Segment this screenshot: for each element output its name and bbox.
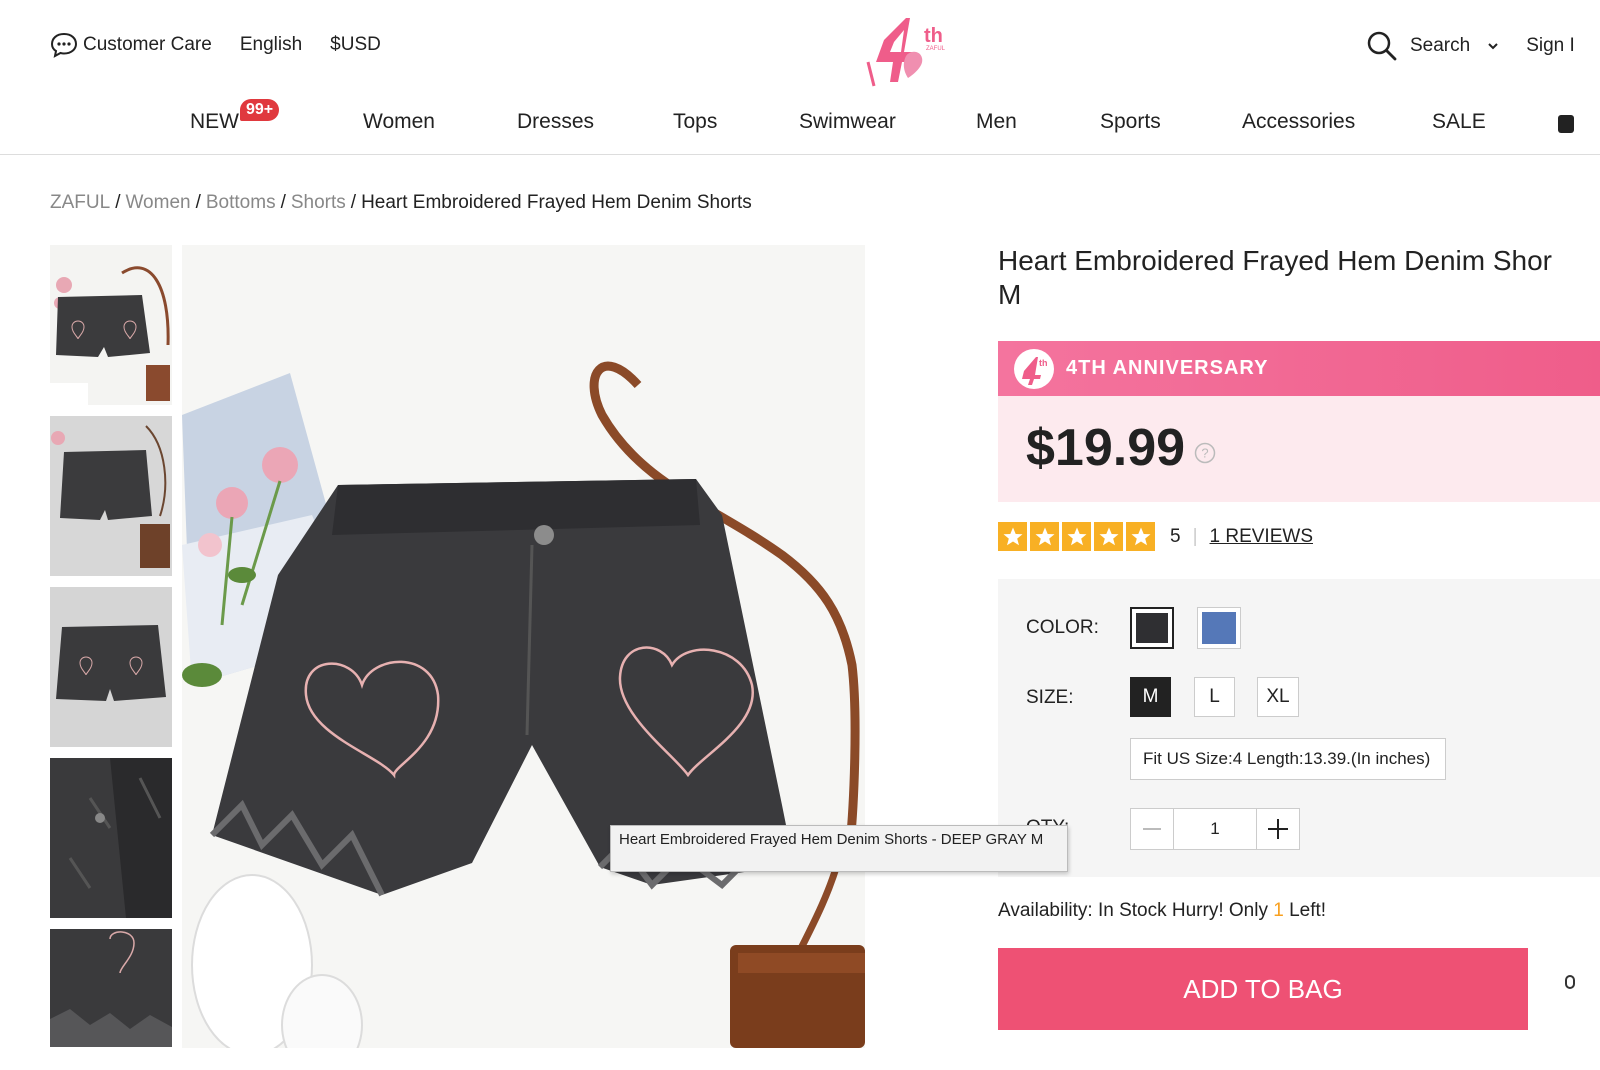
- product-photo: [50, 758, 172, 918]
- main-product-image[interactable]: [182, 245, 865, 1048]
- zaful-4th-anniversary-logo[interactable]: th ZAFUL: [860, 12, 956, 90]
- image-tooltip: Heart Embroidered Frayed Hem Denim Short…: [610, 825, 1068, 872]
- chat-icon[interactable]: [1565, 975, 1575, 989]
- breadcrumb-current: Heart Embroidered Frayed Hem Denim Short…: [361, 192, 752, 213]
- main-navigation: NEW Women Dresses Tops Swimwear Men Spor…: [0, 90, 1600, 155]
- increase-qty-button[interactable]: [1257, 809, 1299, 849]
- top-bar: Customer Care English $USD th ZAFUL Sear…: [0, 0, 1600, 90]
- swatch-fill: [1136, 613, 1168, 643]
- star-icon: [1062, 522, 1091, 551]
- breadcrumb-women[interactable]: Women: [125, 192, 190, 213]
- sign-in-link[interactable]: Sign I: [1526, 35, 1575, 57]
- svg-text:th: th: [924, 25, 943, 47]
- breadcrumb: ZAFUL / Women / Bottoms / Shorts / Heart Embroid…: [50, 192, 752, 213]
- currency-label: $USD: [330, 34, 381, 55]
- product-price: $19.99: [1026, 419, 1186, 477]
- decrease-qty-button[interactable]: [1131, 809, 1173, 849]
- size-m-button[interactable]: M: [1130, 677, 1171, 717]
- help-circle-icon[interactable]: ?: [1194, 442, 1216, 464]
- size-xl-button[interactable]: XL: [1257, 677, 1299, 717]
- quantity-input[interactable]: 1: [1173, 809, 1257, 849]
- top-left-utilities: Customer Care English $USD: [50, 32, 409, 58]
- nav-tops[interactable]: Tops: [673, 110, 717, 134]
- nav-men[interactable]: Men: [976, 110, 1017, 134]
- product-photo: [50, 245, 172, 405]
- price-box: $19.99 ?: [998, 396, 1600, 502]
- language-selector[interactable]: English: [240, 34, 302, 56]
- svg-text:ZAFUL: ZAFUL: [926, 46, 946, 52]
- nav-women[interactable]: Women: [363, 110, 435, 134]
- anniversary-banner: th 4TH ANNIVERSARY: [998, 341, 1600, 396]
- availability-suffix: Left!: [1283, 900, 1327, 921]
- add-to-bag-button[interactable]: ADD TO BAG: [998, 948, 1528, 1030]
- size-label: SIZE:: [1026, 687, 1074, 708]
- color-label: COLOR:: [1026, 617, 1099, 638]
- size-l-button[interactable]: L: [1194, 677, 1235, 717]
- nav-accessories[interactable]: Accessories: [1242, 110, 1355, 134]
- product-photo: [50, 587, 172, 747]
- availability-text: Availability: In Stock Hurry! Only 1 Lef…: [998, 900, 1326, 922]
- nav-swimwear[interactable]: Swimwear: [799, 110, 896, 134]
- thumbnail-3[interactable]: [50, 587, 172, 747]
- nav-sale[interactable]: SALE: [1432, 110, 1486, 134]
- star-icon: [1030, 522, 1059, 551]
- rating-divider: |: [1192, 525, 1198, 547]
- plus-icon: [1268, 819, 1288, 839]
- reviews-link[interactable]: 1 REVIEWS: [1210, 526, 1313, 548]
- thumbnail-4[interactable]: [50, 758, 172, 918]
- breadcrumb-zaful[interactable]: ZAFUL: [50, 192, 110, 213]
- breadcrumb-bottoms[interactable]: Bottoms: [206, 192, 276, 213]
- product-photo: [50, 416, 172, 576]
- anniversary-label: 4TH ANNIVERSARY: [1066, 357, 1269, 379]
- search-label[interactable]: Search: [1410, 35, 1470, 57]
- product-photo: [182, 245, 865, 1048]
- customer-care-link[interactable]: Customer Care: [50, 32, 212, 58]
- product-options: COLOR: SIZE: M L XL Fit US Size:4 Length…: [998, 579, 1600, 877]
- customer-care-label: Customer Care: [83, 34, 212, 55]
- currency-selector[interactable]: $USD: [330, 34, 381, 56]
- language-label: English: [239, 34, 303, 55]
- nav-sports[interactable]: Sports: [1100, 110, 1161, 134]
- chat-bubble-icon: [50, 32, 78, 58]
- color-swatch-deep-gray[interactable]: [1130, 607, 1174, 649]
- svg-text:th: th: [1039, 358, 1048, 368]
- nav-dresses[interactable]: Dresses: [517, 110, 594, 134]
- minus-icon: [1143, 828, 1161, 830]
- breadcrumb-shorts[interactable]: Shorts: [291, 192, 346, 213]
- thumbnail-gallery: [50, 245, 172, 1058]
- thumbnail-2[interactable]: [50, 416, 172, 576]
- anniversary-logo-icon: th: [1014, 348, 1054, 389]
- product-photo: [50, 929, 172, 1047]
- thumbnail-1[interactable]: [50, 245, 172, 405]
- new-count-badge: 99+: [240, 99, 280, 121]
- star-icon: [1126, 522, 1155, 551]
- size-fit-info: Fit US Size:4 Length:13.39.(In inches): [1130, 738, 1446, 780]
- swatch-fill: [1202, 612, 1236, 644]
- top-right-utilities: Search Sign I: [1366, 30, 1575, 62]
- rating-row: 5 | 1 REVIEWS: [998, 522, 1313, 551]
- star-icon: [1094, 522, 1123, 551]
- product-title-line-1: Heart Embroidered Frayed Hem Denim Shor: [998, 245, 1552, 276]
- color-swatch-blue[interactable]: [1197, 607, 1241, 649]
- chevron-down-icon[interactable]: [1486, 41, 1500, 51]
- svg-text:?: ?: [1201, 446, 1208, 461]
- product-title: Heart Embroidered Frayed Hem Denim Shor …: [998, 244, 1600, 312]
- thumbnail-5[interactable]: [50, 929, 172, 1047]
- nav-new[interactable]: NEW: [190, 110, 239, 134]
- rating-value: 5: [1170, 525, 1181, 547]
- quantity-stepper: 1: [1130, 808, 1300, 850]
- camera-icon[interactable]: [1558, 115, 1574, 133]
- star-icon: [998, 522, 1027, 551]
- product-title-line-2: M: [998, 279, 1022, 310]
- availability-prefix: Availability: In Stock Hurry! Only: [998, 900, 1274, 921]
- search-icon[interactable]: [1366, 30, 1398, 62]
- stock-count: 1: [1273, 900, 1284, 921]
